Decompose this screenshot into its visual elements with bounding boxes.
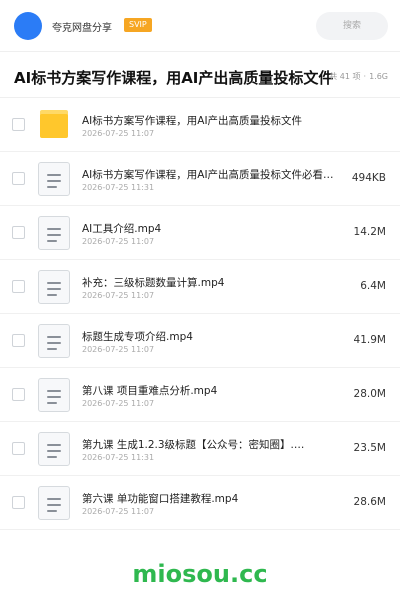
item-count: 共 41 项 bbox=[329, 72, 361, 81]
file-name: 补充：三级标题数量计算.mp4 bbox=[82, 277, 225, 289]
title-row: AI标书方案写作课程，用AI产出高质量投标文件 共 41 项 · 1.6G bbox=[0, 52, 400, 98]
file-row[interactable]: AI标书方案写作课程，用AI产出高质量投标文件必看… 2026-07-25 11:… bbox=[0, 152, 400, 206]
file-name: AI工具介绍.mp4 bbox=[82, 223, 162, 235]
file-icon bbox=[38, 324, 70, 358]
file-name: 第八课 项目重难点分析.mp4 bbox=[82, 385, 218, 397]
share-page: 夸克网盘分享 SVIP 搜索 AI标书方案写作课程，用AI产出高质量投标文件 共… bbox=[0, 0, 400, 600]
file-date: 2026-07-25 11:31 bbox=[82, 183, 155, 192]
file-icon bbox=[38, 432, 70, 466]
file-date: 2026-07-25 11:07 bbox=[82, 345, 155, 354]
avatar[interactable] bbox=[14, 12, 42, 40]
file-row[interactable]: AI工具介绍.mp4 2026-07-25 11:07 14.2M bbox=[0, 206, 400, 260]
file-name: AI标书方案写作课程，用AI产出高质量投标文件 bbox=[82, 115, 303, 127]
file-name: 标题生成专项介绍.mp4 bbox=[82, 331, 193, 343]
file-row[interactable]: 标题生成专项介绍.mp4 2026-07-25 11:07 41.9M bbox=[0, 314, 400, 368]
file-date: 2026-07-25 11:07 bbox=[82, 399, 155, 408]
file-name: 第九课 生成1.2.3级标题【公众号：密知圈】.… bbox=[82, 439, 305, 451]
file-row[interactable]: 第八课 项目重难点分析.mp4 2026-07-25 11:07 28.0M bbox=[0, 368, 400, 422]
watermark: miosou.cc bbox=[132, 560, 268, 588]
file-size: 28.0M bbox=[353, 388, 386, 400]
file-row[interactable]: 第六课 单功能窗口搭建教程.mp4 2026-07-25 11:07 28.6M bbox=[0, 476, 400, 530]
file-list: AI标书方案写作课程，用AI产出高质量投标文件 2026-07-25 11:07 A… bbox=[0, 98, 400, 530]
select-checkbox[interactable] bbox=[12, 496, 25, 509]
file-size: 23.5M bbox=[353, 442, 386, 454]
meta-separator: · bbox=[363, 72, 367, 81]
svip-badge: SVIP bbox=[124, 18, 152, 32]
file-size: 6.4M bbox=[360, 280, 386, 292]
page-title: AI标书方案写作课程，用AI产出高质量投标文件 bbox=[14, 69, 334, 87]
select-checkbox[interactable] bbox=[12, 442, 25, 455]
file-size: 14.2M bbox=[353, 226, 386, 238]
file-icon bbox=[38, 486, 70, 520]
file-date: 2026-07-25 11:07 bbox=[82, 129, 155, 138]
search-input[interactable]: 搜索 bbox=[316, 12, 388, 40]
file-icon bbox=[38, 162, 70, 196]
app-name: 夸克网盘分享 bbox=[52, 23, 112, 34]
folder-icon bbox=[38, 108, 70, 142]
file-date: 2026-07-25 11:07 bbox=[82, 237, 155, 246]
total-size: 1.6G bbox=[369, 72, 388, 81]
file-date: 2026-07-25 11:31 bbox=[82, 453, 155, 462]
file-size: 41.9M bbox=[353, 334, 386, 346]
share-meta: 共 41 项 · 1.6G bbox=[326, 71, 388, 82]
select-checkbox[interactable] bbox=[12, 226, 25, 239]
file-size: 28.6M bbox=[353, 496, 386, 508]
file-date: 2026-07-25 11:07 bbox=[82, 507, 155, 516]
file-row[interactable]: 第九课 生成1.2.3级标题【公众号：密知圈】.… 2026-07-25 11:3… bbox=[0, 422, 400, 476]
select-checkbox[interactable] bbox=[12, 334, 25, 347]
file-row[interactable]: AI标书方案写作课程，用AI产出高质量投标文件 2026-07-25 11:07 bbox=[0, 98, 400, 152]
select-checkbox[interactable] bbox=[12, 280, 25, 293]
file-icon bbox=[38, 378, 70, 412]
file-name: AI标书方案写作课程，用AI产出高质量投标文件必看… bbox=[82, 169, 334, 181]
header: 夸克网盘分享 SVIP 搜索 bbox=[0, 0, 400, 52]
file-size: 494KB bbox=[351, 172, 386, 184]
file-icon bbox=[38, 216, 70, 250]
file-row[interactable]: 补充：三级标题数量计算.mp4 2026-07-25 11:07 6.4M bbox=[0, 260, 400, 314]
file-icon bbox=[38, 270, 70, 304]
file-date: 2026-07-25 11:07 bbox=[82, 291, 155, 300]
file-name: 第六课 单功能窗口搭建教程.mp4 bbox=[82, 493, 239, 505]
select-checkbox[interactable] bbox=[12, 172, 25, 185]
select-checkbox[interactable] bbox=[12, 118, 25, 131]
select-checkbox[interactable] bbox=[12, 388, 25, 401]
